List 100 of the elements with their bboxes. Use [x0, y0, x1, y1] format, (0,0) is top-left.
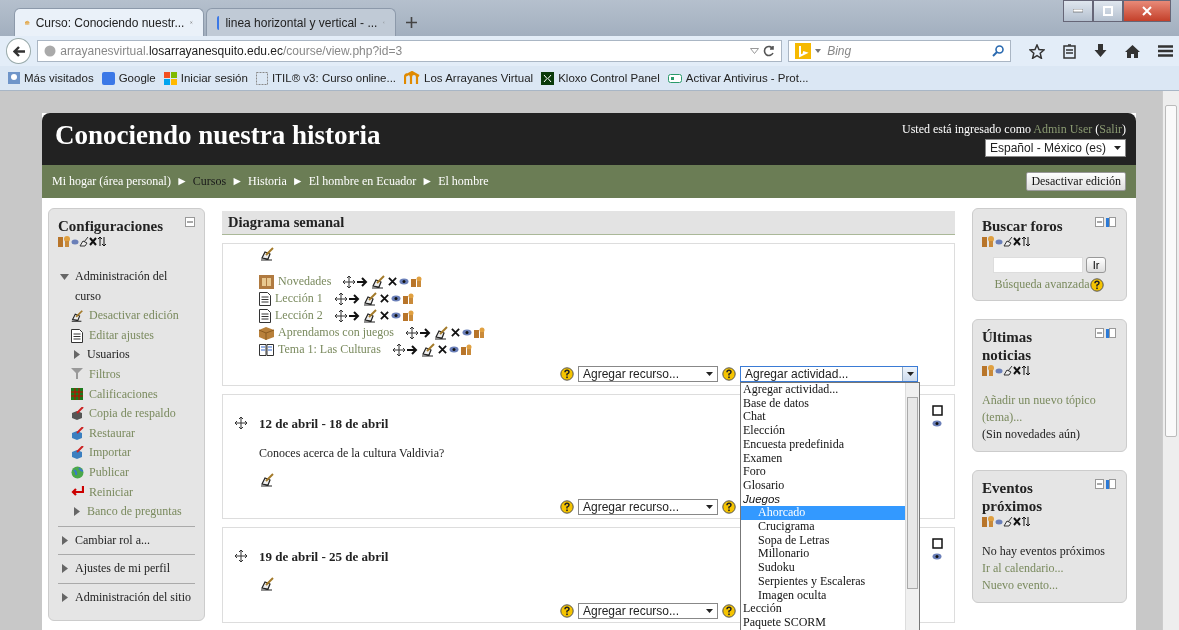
- delete-icon[interactable]: [388, 277, 398, 286]
- dropdown-option[interactable]: Base de datos: [741, 396, 905, 411]
- edit-icon[interactable]: [361, 308, 378, 323]
- move-icon[interactable]: [334, 309, 347, 322]
- menu-node[interactable]: Usuarios: [87, 345, 130, 365]
- back-button[interactable]: [6, 38, 32, 64]
- help-icon[interactable]: [560, 604, 574, 618]
- edit-icon[interactable]: [361, 291, 378, 306]
- eye-icon[interactable]: [390, 295, 401, 302]
- breadcrumb-link[interactable]: Cursos: [192, 174, 227, 189]
- bookmark-item[interactable]: Google: [101, 71, 156, 85]
- expand-arrow-icon[interactable]: [59, 592, 69, 602]
- move-icon[interactable]: [343, 275, 356, 288]
- reload-icon[interactable]: [763, 45, 776, 57]
- dropdown-option[interactable]: Elección: [741, 424, 905, 438]
- dropdown-option[interactable]: Paquete SCORM: [741, 615, 905, 630]
- dock-icon[interactable]: [1095, 479, 1117, 490]
- user-link[interactable]: Admin User: [1033, 122, 1093, 136]
- browser-tab[interactable]: Curso: Conociendo nuestr...: [14, 8, 204, 36]
- resource-select[interactable]: Agregar recurso...: [578, 603, 718, 619]
- expand-arrow-icon[interactable]: [59, 535, 69, 545]
- expand-arrow-icon[interactable]: [59, 564, 69, 574]
- help-icon[interactable]: [1090, 277, 1105, 292]
- menu-node[interactable]: Ajustes de mi perfil: [75, 559, 170, 579]
- expand-arrow-icon[interactable]: [71, 507, 81, 517]
- help-icon[interactable]: [722, 604, 736, 618]
- delete-icon[interactable]: [437, 345, 447, 354]
- menu-node[interactable]: Administración del curso: [75, 267, 195, 307]
- activity-link[interactable]: Aprendamos con juegos: [278, 325, 394, 340]
- activity-link[interactable]: Novedades: [278, 274, 332, 289]
- language-select[interactable]: Español - México (es): [984, 139, 1126, 157]
- dropdown-option[interactable]: Examen: [741, 451, 905, 466]
- dropdown-option[interactable]: Millonario: [741, 547, 905, 562]
- eye-icon[interactable]: [390, 312, 401, 319]
- maximize-button[interactable]: [1093, 0, 1123, 22]
- help-icon[interactable]: [722, 367, 736, 381]
- people-icon[interactable]: [474, 327, 486, 338]
- activity-link[interactable]: Lección 1: [275, 291, 323, 306]
- scrollbar[interactable]: [1162, 91, 1179, 630]
- menu-node[interactable]: Administración del sitio: [75, 587, 191, 608]
- minimize-button[interactable]: [1063, 0, 1093, 22]
- edit-icon[interactable]: [259, 247, 275, 261]
- dropdown-option[interactable]: Serpientes y Escaleras: [741, 574, 905, 589]
- bookmark-item[interactable]: Iniciar sesión: [163, 71, 248, 85]
- edit-icon[interactable]: [419, 342, 436, 357]
- dropdown-option[interactable]: Chat: [741, 410, 905, 425]
- people-icon[interactable]: [460, 344, 473, 355]
- menu-icon[interactable]: [1158, 45, 1173, 57]
- expand-arrow-icon[interactable]: [59, 272, 69, 281]
- clipboard-icon[interactable]: [1063, 43, 1076, 59]
- close-window-button[interactable]: [1123, 0, 1171, 22]
- activity-link[interactable]: Lección 2: [275, 308, 323, 323]
- arrow-right-icon[interactable]: [348, 310, 360, 321]
- edit-mode-button[interactable]: Desactivar edición: [1026, 172, 1126, 191]
- dock-icon[interactable]: [1095, 328, 1117, 339]
- edit-icon[interactable]: [259, 473, 275, 487]
- breadcrumb-link[interactable]: El hombre en Ecuador: [308, 174, 417, 189]
- eye-icon[interactable]: [399, 278, 410, 285]
- edit-icon[interactable]: [70, 309, 84, 324]
- delete-icon[interactable]: [379, 311, 389, 320]
- bookmark-item[interactable]: Los Arrayanes Virtual: [404, 71, 534, 85]
- people-icon[interactable]: [402, 293, 415, 304]
- move-icon[interactable]: [235, 550, 247, 562]
- go-button[interactable]: Ir: [1085, 257, 1107, 273]
- edit-icon[interactable]: [433, 325, 449, 340]
- dropdown-option[interactable]: Foro: [741, 465, 905, 479]
- bookmark-item[interactable]: ITIL® v3: Curso online...: [255, 71, 397, 85]
- address-bar[interactable]: arrayanesvirtual.losarrayanesquito.edu.ec/course/view.php?id=3: [37, 40, 783, 62]
- menu-node[interactable]: Cambiar rol a...: [75, 530, 150, 551]
- close-icon[interactable]: [1142, 6, 1152, 16]
- dropdown-option[interactable]: Sudoku: [741, 561, 905, 575]
- collapse-icon[interactable]: [185, 217, 195, 227]
- plus-icon[interactable]: [406, 17, 417, 28]
- move-icon[interactable]: [334, 292, 347, 305]
- people-icon[interactable]: [411, 276, 424, 287]
- eye-icon[interactable]: [448, 346, 459, 353]
- bookmark-item[interactable]: Activar Antivirus - Prot...: [667, 72, 809, 84]
- logout-link[interactable]: Salir: [1099, 122, 1122, 136]
- expand-arrow-icon[interactable]: [71, 350, 81, 360]
- arrow-right-icon[interactable]: [420, 327, 431, 338]
- arrow-right-icon[interactable]: [406, 344, 418, 355]
- resource-select[interactable]: Agregar recurso...: [578, 499, 718, 515]
- scrollbar[interactable]: [905, 383, 919, 630]
- dropdown-option[interactable]: Sopa de Letras: [741, 533, 905, 548]
- dock-icon[interactable]: [1095, 217, 1117, 228]
- move-icon[interactable]: [406, 326, 418, 339]
- arrow-right-icon[interactable]: [357, 276, 369, 287]
- star-icon[interactable]: [1029, 43, 1045, 59]
- resource-select[interactable]: Agregar recurso...: [578, 366, 718, 382]
- browser-tab[interactable]: linea horizontal y vertical - ...: [206, 8, 396, 36]
- edit-icon[interactable]: [370, 274, 387, 289]
- dropdown-icon[interactable]: [750, 48, 760, 54]
- activity-link[interactable]: Tema 1: Las Culturas: [278, 342, 381, 357]
- breadcrumb-link[interactable]: Historia: [248, 174, 287, 189]
- eye-icon[interactable]: [932, 553, 942, 560]
- eye-icon[interactable]: [462, 329, 472, 336]
- dropdown-option[interactable]: Imagen oculta: [741, 588, 905, 603]
- help-icon[interactable]: [722, 500, 736, 514]
- people-icon[interactable]: [402, 310, 415, 321]
- bookmark-item[interactable]: Más visitados: [8, 72, 94, 84]
